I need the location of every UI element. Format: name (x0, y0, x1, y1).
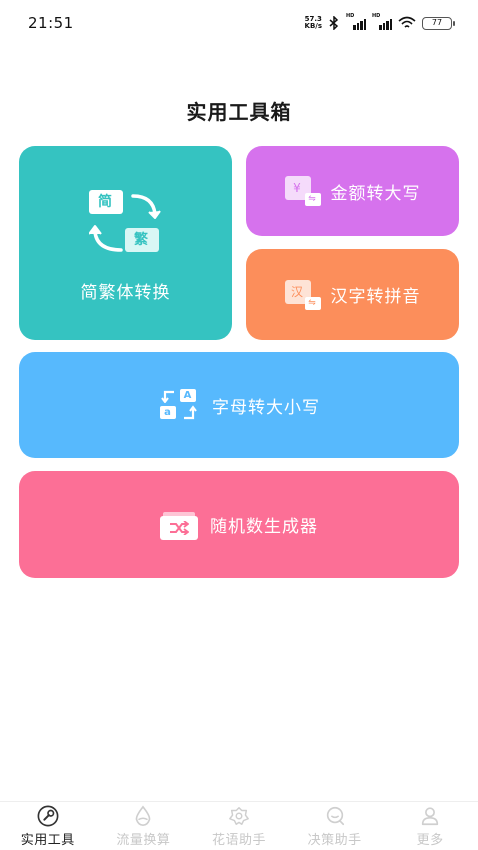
random-number-card[interactable]: 随机数生成器 (19, 471, 459, 578)
signal-strength-1-icon: HD (346, 13, 366, 30)
letter-case-icon: A a (158, 389, 202, 421)
hanzi-pinyin-label: 汉字转拼音 (330, 287, 421, 307)
status-bar: 21:51 57.3 KB/s HD HD 77 (0, 0, 478, 46)
search-chat-icon (326, 806, 344, 825)
tab-tools-label: 实用工具 (20, 832, 75, 848)
wifi-icon (398, 16, 416, 28)
money-uppercase-label: 金额转大写 (330, 183, 421, 204)
arrow-up-left-icon (161, 390, 174, 403)
signal-1-label: HD (346, 13, 355, 19)
user-icon (422, 806, 439, 825)
swap-small-icon: ⇋ (304, 193, 321, 206)
tab-traffic-label: 流量换算 (116, 832, 171, 848)
upper-a-box: A (180, 389, 196, 402)
swap-small-icon: ⇋ (304, 296, 321, 310)
tab-decision-label: 决策助手 (307, 832, 362, 848)
letter-case-card[interactable]: A a 字母转大小写 (19, 352, 459, 458)
tab-flower-label: 花语助手 (211, 832, 266, 848)
letter-case-label: 字母转大小写 (212, 397, 320, 418)
arrow-left-curve-icon (88, 224, 123, 252)
status-icons: 57.3 KB/s HD HD 77 (305, 13, 455, 30)
hanzi-convert-icon: 汉 ⇋ (284, 279, 321, 310)
traditional-simplified-card[interactable]: 简 繁 简繁体转换 (19, 146, 232, 340)
lower-a-box: a (160, 406, 176, 419)
yuan-convert-icon: ¥ ⇋ (284, 176, 321, 206)
traditional-char-box: 繁 (124, 227, 159, 252)
flower-icon (229, 806, 249, 825)
hanzi-pinyin-card[interactable]: 汉 ⇋ 汉字转拼音 (246, 249, 459, 340)
simplified-char-box: 简 (88, 189, 123, 214)
battery-icon: 77 (422, 16, 455, 30)
signal-2-label: HD (372, 13, 381, 19)
status-time: 21:51 (28, 14, 74, 32)
battery-level: 77 (431, 17, 443, 27)
bottom-tab-bar: 实用工具 流量换算 花语助手 决策助手 更多 (0, 801, 478, 850)
arrow-right-curve-icon (130, 193, 161, 219)
page-title: 实用工具箱 (186, 100, 292, 124)
droplet-icon (136, 805, 151, 826)
signal-strength-2-icon: HD (372, 13, 392, 30)
tab-traffic[interactable]: 流量换算 (98, 805, 188, 848)
random-number-label: 随机数生成器 (210, 517, 318, 537)
traditional-simplified-label: 简繁体转换 (80, 282, 171, 303)
tab-tools[interactable]: 实用工具 (3, 805, 93, 848)
tab-flower[interactable]: 花语助手 (194, 805, 284, 848)
shuffle-icon (160, 510, 200, 540)
tab-more-label: 更多 (416, 832, 444, 848)
money-uppercase-card[interactable]: ¥ ⇋ 金额转大写 (246, 146, 459, 236)
convert-chars-icon: 简 繁 (85, 189, 167, 256)
network-speed: 57.3 KB/s (305, 16, 322, 30)
tab-more[interactable]: 更多 (385, 805, 475, 848)
arrow-down-right-icon (184, 405, 197, 420)
network-speed-unit: KB/s (304, 22, 322, 30)
bluetooth-icon (329, 16, 339, 30)
wrench-icon (37, 805, 59, 826)
tab-decision[interactable]: 决策助手 (290, 805, 380, 848)
